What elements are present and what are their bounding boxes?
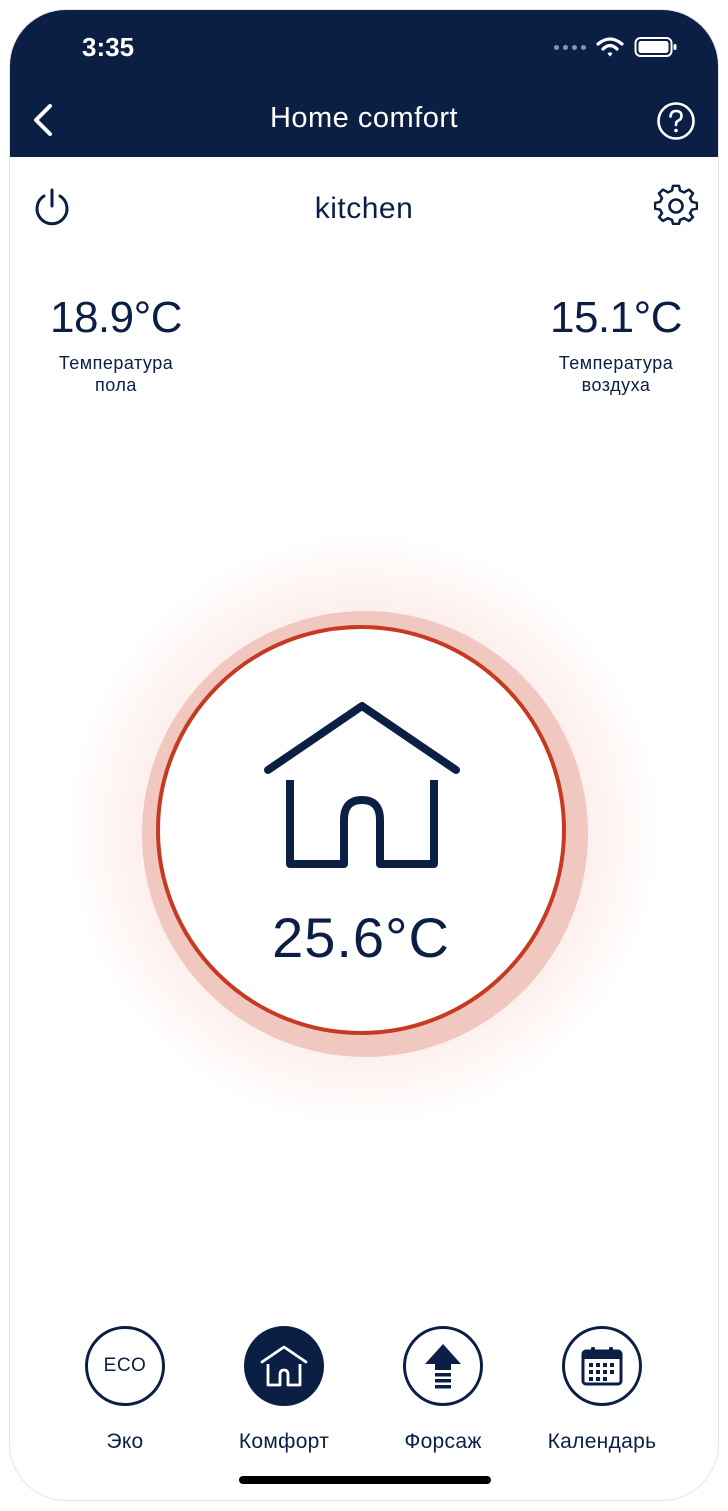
target-temperature: 25.6°C: [272, 906, 450, 969]
floor-temperature-reading: 18.9°C Температура пола: [16, 290, 216, 396]
status-time: 3:35: [82, 32, 135, 62]
room-name: kitchen: [314, 192, 414, 225]
floor-label-line1: Температура: [58, 353, 174, 373]
air-temperature-reading: 15.1°C Температура воздуха: [516, 290, 716, 396]
mode-calendar[interactable]: Календарь: [522, 1326, 682, 1454]
mode-eco-label: Эко: [106, 1430, 144, 1453]
comfort-mode-button[interactable]: [244, 1326, 324, 1406]
air-temperature-value: 15.1°C: [549, 293, 683, 342]
home-icon: [260, 1345, 308, 1387]
wifi-icon: [596, 37, 624, 57]
cellular-signal-icon: [554, 44, 586, 50]
status-icons: [554, 36, 678, 58]
mode-boost-label: Форсаж: [404, 1430, 482, 1453]
boost-mode-button[interactable]: [403, 1326, 483, 1406]
boost-arrow-icon: [425, 1344, 461, 1389]
eco-icon: ECO: [103, 1355, 147, 1376]
mode-eco[interactable]: ECO Эко: [45, 1326, 205, 1454]
floor-temperature-label: Температура пола: [16, 352, 216, 396]
calendar-icon: [581, 1347, 623, 1386]
header: 3:35 Home comfort: [10, 10, 718, 157]
home-indicator[interactable]: [239, 1476, 491, 1484]
air-label-line1: Температура: [558, 353, 674, 373]
mode-comfort[interactable]: Комфорт: [204, 1326, 364, 1454]
air-temperature-label: Температура воздуха: [516, 352, 716, 396]
battery-icon: [634, 37, 677, 57]
mode-calendar-label: Календарь: [547, 1430, 657, 1453]
mode-comfort-label: Комфорт: [238, 1430, 330, 1453]
mode-selector: ECO Эко Комфорт Форсаж Календарь: [10, 1326, 718, 1466]
page-title: Home comfort: [269, 102, 459, 134]
mode-boost[interactable]: Форсаж: [363, 1326, 523, 1454]
help-button[interactable]: [656, 101, 696, 141]
floor-label-line2: пола: [95, 375, 137, 395]
home-icon: [264, 702, 460, 868]
calendar-mode-button[interactable]: [562, 1326, 642, 1406]
settings-gear-button[interactable]: [654, 184, 698, 228]
eco-mode-button[interactable]: ECO: [85, 1326, 165, 1406]
air-label-line2: воздуха: [581, 375, 651, 395]
floor-temperature-value: 18.9°C: [49, 293, 183, 342]
app-screen: 3:35 Home comfort kitchen 18.9°C Темпера…: [10, 10, 718, 1500]
room-row: kitchen: [10, 180, 718, 240]
